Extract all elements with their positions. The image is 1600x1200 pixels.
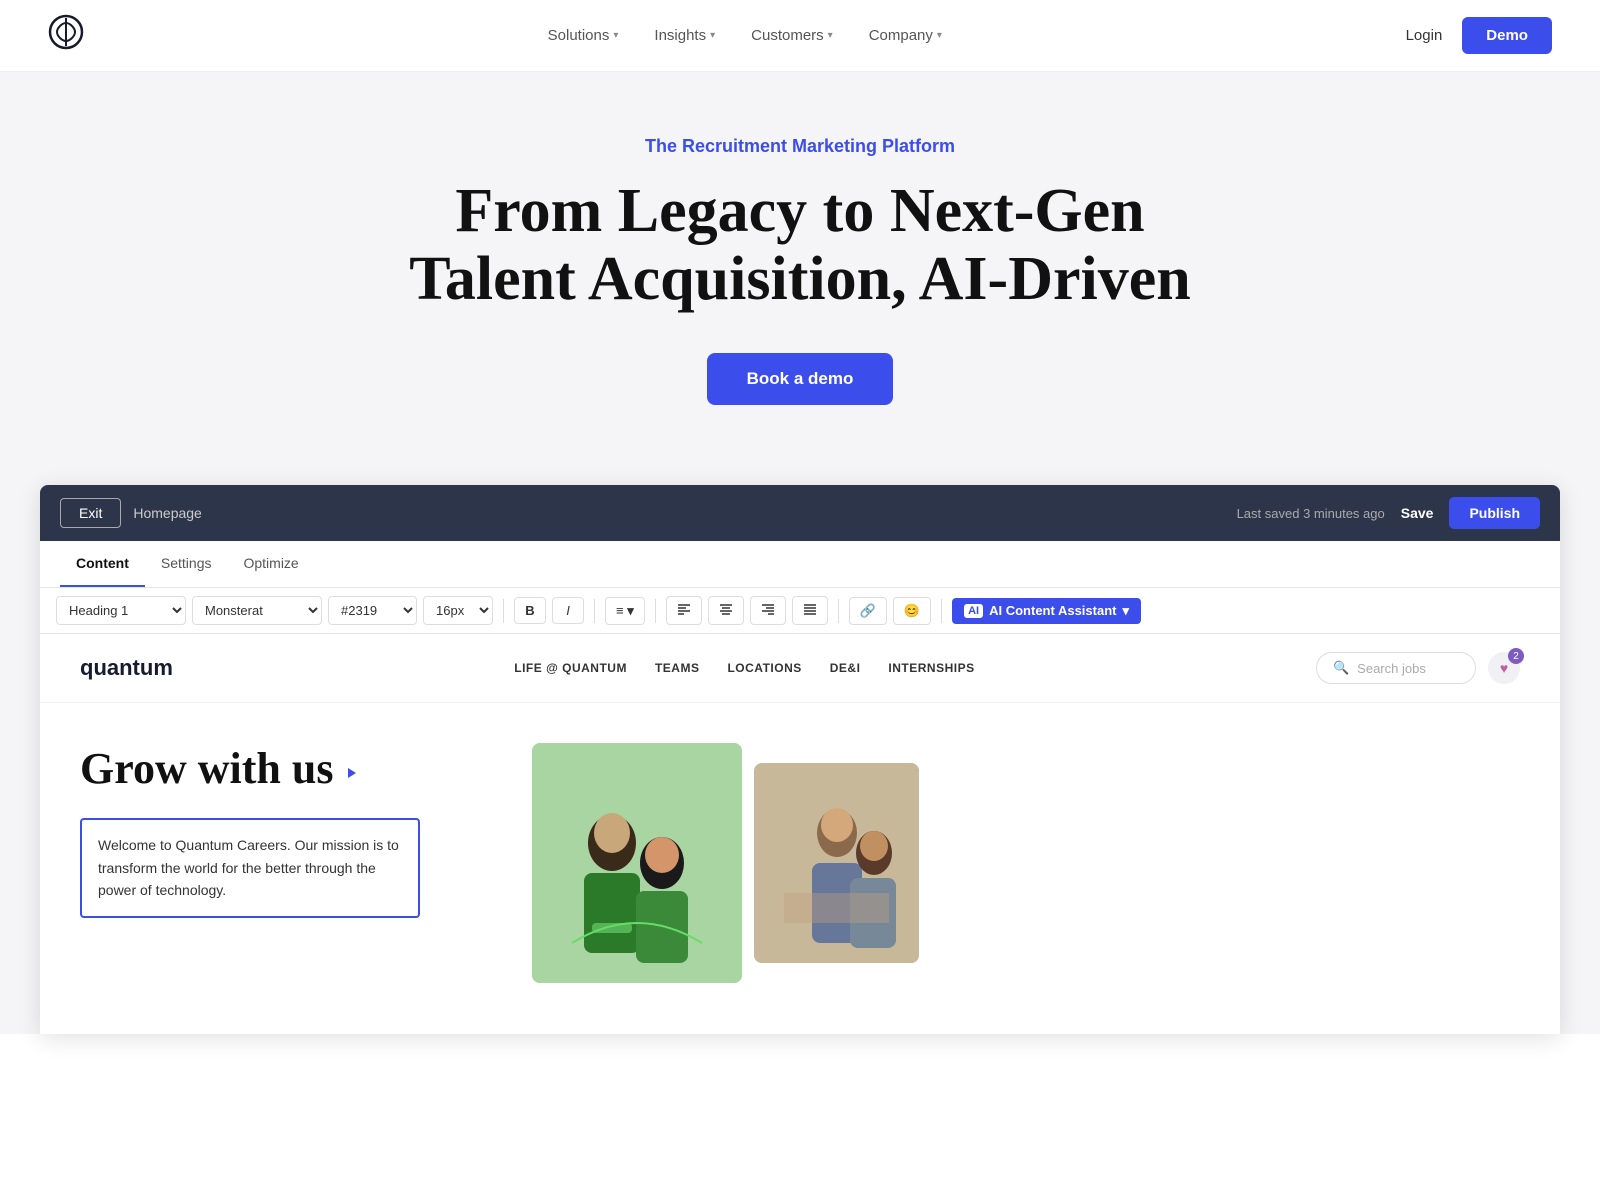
site-nav-links: LIFE @ QUANTUM TEAMS LOCATIONS DE&I INTE… <box>514 661 974 675</box>
color-select[interactable]: #2319 #000000 <box>328 596 417 625</box>
list-button[interactable]: ≡ ▾ <box>605 597 645 625</box>
site-nav-locations[interactable]: LOCATIONS <box>727 661 801 675</box>
search-placeholder: Search jobs <box>1357 661 1426 676</box>
site-preview: quantum LIFE @ QUANTUM TEAMS LOCATIONS D… <box>40 634 1560 1034</box>
toolbar-divider-4 <box>838 599 839 623</box>
ai-content-assistant-button[interactable]: AI AI Content Assistant ▾ <box>952 598 1141 624</box>
ai-badge: AI <box>964 604 983 618</box>
site-body-left: Grow with us Welcome to Quantum Careers.… <box>80 743 500 983</box>
chevron-down-icon: ▾ <box>613 30 618 41</box>
team-image-1 <box>532 743 742 983</box>
chevron-down-icon: ▾ <box>828 30 833 41</box>
editor-tabs: Content Settings Optimize <box>40 541 1560 588</box>
toolbar-divider-5 <box>941 599 942 623</box>
nav-actions: Login Demo <box>1406 17 1552 54</box>
favorites-button[interactable]: ♥ 2 <box>1488 652 1520 684</box>
tab-content[interactable]: Content <box>60 541 145 587</box>
team-image-2 <box>754 763 919 963</box>
size-select[interactable]: 16px 14px 18px 24px <box>423 596 493 625</box>
people-placeholder-1 <box>532 743 742 983</box>
hero-title: From Legacy to Next-Gen Talent Acquisiti… <box>370 177 1230 313</box>
site-nav-internships[interactable]: INTERNSHIPS <box>888 661 974 675</box>
cursor-indicator <box>348 768 356 778</box>
last-saved-text: Last saved 3 minutes ago <box>1237 506 1385 521</box>
search-jobs-input[interactable]: 🔍 Search jobs <box>1316 652 1476 684</box>
align-justify-button[interactable] <box>792 596 828 625</box>
site-nav-right: 🔍 Search jobs ♥ 2 <box>1316 652 1520 684</box>
site-body: Grow with us Welcome to Quantum Careers.… <box>40 703 1560 983</box>
chevron-down-icon: ▾ <box>710 30 715 41</box>
book-demo-button[interactable]: Book a demo <box>707 353 894 405</box>
login-button[interactable]: Login <box>1406 27 1443 44</box>
link-button[interactable]: 🔗 <box>849 597 887 625</box>
site-nav-dei[interactable]: DE&I <box>830 661 861 675</box>
site-nav-life[interactable]: LIFE @ QUANTUM <box>514 661 627 675</box>
emoji-button[interactable]: 😊 <box>893 597 931 625</box>
toolbar-divider-3 <box>655 599 656 623</box>
tab-settings[interactable]: Settings <box>145 541 228 587</box>
editor-toolbar: Heading 1 Heading 2 Paragraph Monsterat … <box>40 588 1560 634</box>
site-body-text[interactable]: Welcome to Quantum Careers. Our mission … <box>80 818 420 917</box>
publish-button[interactable]: Publish <box>1449 497 1540 529</box>
align-center-button[interactable] <box>708 596 744 625</box>
save-button[interactable]: Save <box>1401 505 1434 521</box>
favorites-count: 2 <box>1508 648 1524 664</box>
hero-subtitle: The Recruitment Marketing Platform <box>40 136 1560 157</box>
font-select[interactable]: Monsterat Roboto <box>192 596 322 625</box>
demo-button[interactable]: Demo <box>1462 17 1552 54</box>
topbar-left: Exit Homepage <box>60 498 202 528</box>
site-logo: quantum <box>80 655 173 681</box>
tab-optimize[interactable]: Optimize <box>227 541 314 587</box>
nav-insights[interactable]: Insights ▾ <box>654 27 715 44</box>
logo[interactable] <box>48 14 84 57</box>
chevron-down-icon: ▾ <box>937 30 942 41</box>
exit-button[interactable]: Exit <box>60 498 121 528</box>
site-nav: quantum LIFE @ QUANTUM TEAMS LOCATIONS D… <box>40 634 1560 703</box>
toolbar-divider-1 <box>503 599 504 623</box>
grow-with-us-title: Grow with us <box>80 743 500 794</box>
chevron-down-icon: ▾ <box>1122 603 1129 619</box>
site-nav-teams[interactable]: TEAMS <box>655 661 700 675</box>
heading-select[interactable]: Heading 1 Heading 2 Paragraph <box>56 596 186 625</box>
nav-solutions[interactable]: Solutions ▾ <box>548 27 619 44</box>
heart-icon: ♥ <box>1500 660 1508 676</box>
nav-company[interactable]: Company ▾ <box>869 27 942 44</box>
hero-section: The Recruitment Marketing Platform From … <box>0 72 1600 485</box>
site-body-images <box>532 743 1520 983</box>
people-placeholder-2 <box>754 763 919 963</box>
editor-section: Exit Homepage Last saved 3 minutes ago S… <box>0 485 1600 1034</box>
editor-chrome: Exit Homepage Last saved 3 minutes ago S… <box>40 485 1560 1034</box>
page-label: Homepage <box>133 505 202 521</box>
bold-button[interactable]: B <box>514 597 546 624</box>
nav-links: Solutions ▾ Insights ▾ Customers ▾ Compa… <box>548 27 942 44</box>
nav-customers[interactable]: Customers ▾ <box>751 27 833 44</box>
align-left-button[interactable] <box>666 596 702 625</box>
align-right-button[interactable] <box>750 596 786 625</box>
topbar-right: Last saved 3 minutes ago Save Publish <box>1237 497 1540 529</box>
main-navbar: Solutions ▾ Insights ▾ Customers ▾ Compa… <box>0 0 1600 72</box>
italic-button[interactable]: I <box>552 597 584 624</box>
toolbar-divider-2 <box>594 599 595 623</box>
editor-topbar: Exit Homepage Last saved 3 minutes ago S… <box>40 485 1560 541</box>
search-icon: 🔍 <box>1333 660 1349 676</box>
ai-button-label: AI Content Assistant <box>989 603 1116 618</box>
